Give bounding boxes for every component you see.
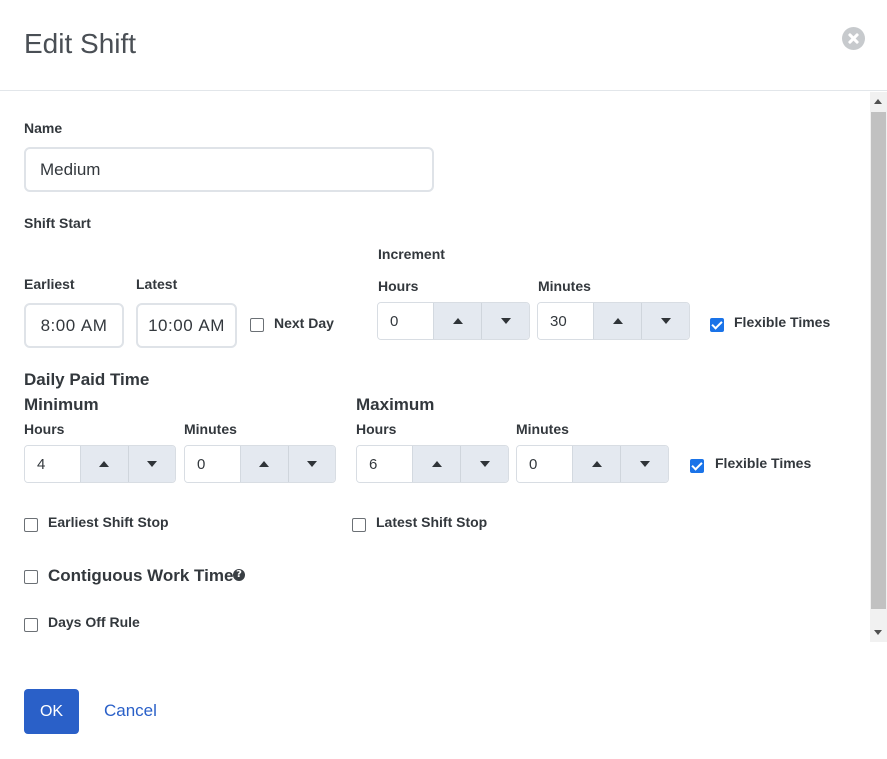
latest-hour[interactable]: 10 bbox=[148, 316, 168, 336]
maximum-hours-down-button[interactable] bbox=[460, 446, 508, 482]
name-input[interactable] bbox=[24, 147, 434, 192]
caret-up-icon bbox=[99, 461, 110, 467]
maximum-hours-label: Hours bbox=[356, 421, 397, 437]
scrollbar-thumb[interactable] bbox=[871, 112, 886, 609]
minimum-minutes-down-button[interactable] bbox=[287, 446, 335, 482]
maximum-hours-stepper bbox=[356, 445, 509, 483]
next-day-label[interactable]: Next Day bbox=[274, 315, 334, 331]
maximum-hours-input[interactable] bbox=[357, 446, 412, 482]
maximum-minutes-down-button[interactable] bbox=[620, 446, 668, 482]
maximum-minutes-up-button[interactable] bbox=[572, 446, 620, 482]
maximum-minutes-input[interactable] bbox=[517, 446, 572, 482]
minimum-hours-stepper bbox=[24, 445, 176, 483]
ok-button[interactable]: OK bbox=[24, 689, 79, 734]
earliest-label: Earliest bbox=[24, 276, 75, 292]
earliest-ampm[interactable]: AM bbox=[81, 316, 108, 336]
earliest-shift-stop-label[interactable]: Earliest Shift Stop bbox=[48, 514, 169, 530]
maximum-minutes-stepper bbox=[516, 445, 669, 483]
increment-minutes-up-button[interactable] bbox=[593, 303, 641, 339]
days-off-rule-label[interactable]: Days Off Rule bbox=[48, 614, 140, 630]
earliest-shift-stop-checkbox[interactable] bbox=[24, 518, 38, 532]
increment-hours-input[interactable] bbox=[378, 303, 433, 339]
increment-minutes-input[interactable] bbox=[538, 303, 593, 339]
minimum-minutes-up-button[interactable] bbox=[240, 446, 288, 482]
daily-paid-time-label: Daily Paid Time bbox=[24, 370, 150, 389]
name-label: Name bbox=[24, 120, 63, 136]
minimum-minutes-stepper bbox=[184, 445, 336, 483]
latest-shift-stop-checkbox[interactable] bbox=[352, 518, 366, 532]
caret-down-icon bbox=[639, 461, 650, 467]
minimum-hours-label: Hours bbox=[24, 421, 65, 437]
increment-hours-up-button[interactable] bbox=[433, 303, 481, 339]
vertical-scrollbar[interactable] bbox=[870, 92, 887, 642]
latest-time-input[interactable]: 10:00 AM bbox=[136, 303, 237, 348]
paid-time-flexible-times-label[interactable]: Flexible Times bbox=[715, 455, 811, 471]
dialog-header: Edit Shift bbox=[0, 0, 887, 91]
caret-down-icon bbox=[479, 461, 490, 467]
maximum-label: Maximum bbox=[356, 395, 435, 414]
latest-shift-stop-label[interactable]: Latest Shift Stop bbox=[376, 514, 487, 530]
scroll-up-arrow-icon[interactable] bbox=[874, 99, 882, 104]
caret-up-icon bbox=[591, 461, 602, 467]
caret-down-icon bbox=[306, 461, 317, 467]
increment-hours-label: Hours bbox=[378, 278, 419, 294]
earliest-hour[interactable]: 8 bbox=[41, 316, 51, 336]
minimum-minutes-input[interactable] bbox=[185, 446, 240, 482]
caret-up-icon bbox=[431, 461, 442, 467]
scroll-down-arrow-icon[interactable] bbox=[874, 630, 882, 635]
edit-shift-dialog: Edit Shift Name Shift Start Earliest Lat… bbox=[0, 0, 887, 759]
earliest-minute[interactable]: 00 bbox=[56, 316, 76, 336]
contiguous-work-time-checkbox[interactable] bbox=[24, 570, 38, 584]
caret-down-icon bbox=[500, 318, 511, 324]
caret-up-icon bbox=[259, 461, 270, 467]
help-icon[interactable]: ? bbox=[233, 569, 245, 581]
increment-hours-stepper bbox=[377, 302, 530, 340]
maximum-minutes-label: Minutes bbox=[516, 421, 569, 437]
increment-flexible-times-checkbox[interactable] bbox=[710, 318, 724, 332]
increment-minutes-stepper bbox=[537, 302, 690, 340]
caret-up-icon bbox=[612, 318, 623, 324]
minimum-label: Minimum bbox=[24, 395, 99, 414]
caret-down-icon bbox=[146, 461, 157, 467]
latest-minute[interactable]: 00 bbox=[173, 316, 193, 336]
minimum-hours-input[interactable] bbox=[25, 446, 80, 482]
latest-label: Latest bbox=[136, 276, 178, 292]
close-icon[interactable] bbox=[842, 27, 865, 50]
increment-hours-down-button[interactable] bbox=[481, 303, 529, 339]
minimum-hours-up-button[interactable] bbox=[80, 446, 128, 482]
days-off-rule-checkbox[interactable] bbox=[24, 618, 38, 632]
caret-down-icon bbox=[660, 318, 671, 324]
increment-minutes-label: Minutes bbox=[538, 278, 591, 294]
latest-ampm[interactable]: AM bbox=[198, 316, 225, 336]
minimum-minutes-label: Minutes bbox=[184, 421, 237, 437]
increment-label: Increment bbox=[378, 246, 445, 262]
minimum-hours-down-button[interactable] bbox=[127, 446, 175, 482]
earliest-time-input[interactable]: 8:00 AM bbox=[24, 303, 124, 348]
increment-minutes-down-button[interactable] bbox=[641, 303, 689, 339]
contiguous-work-time-label[interactable]: Contiguous Work Time bbox=[48, 566, 233, 586]
shift-start-label: Shift Start bbox=[24, 215, 91, 231]
increment-flexible-times-label[interactable]: Flexible Times bbox=[734, 314, 830, 330]
dialog-title: Edit Shift bbox=[24, 28, 137, 59]
caret-up-icon bbox=[452, 318, 463, 324]
cancel-link[interactable]: Cancel bbox=[104, 701, 157, 721]
next-day-checkbox[interactable] bbox=[250, 318, 264, 332]
paid-time-flexible-times-checkbox[interactable] bbox=[690, 459, 704, 473]
maximum-hours-up-button[interactable] bbox=[412, 446, 460, 482]
